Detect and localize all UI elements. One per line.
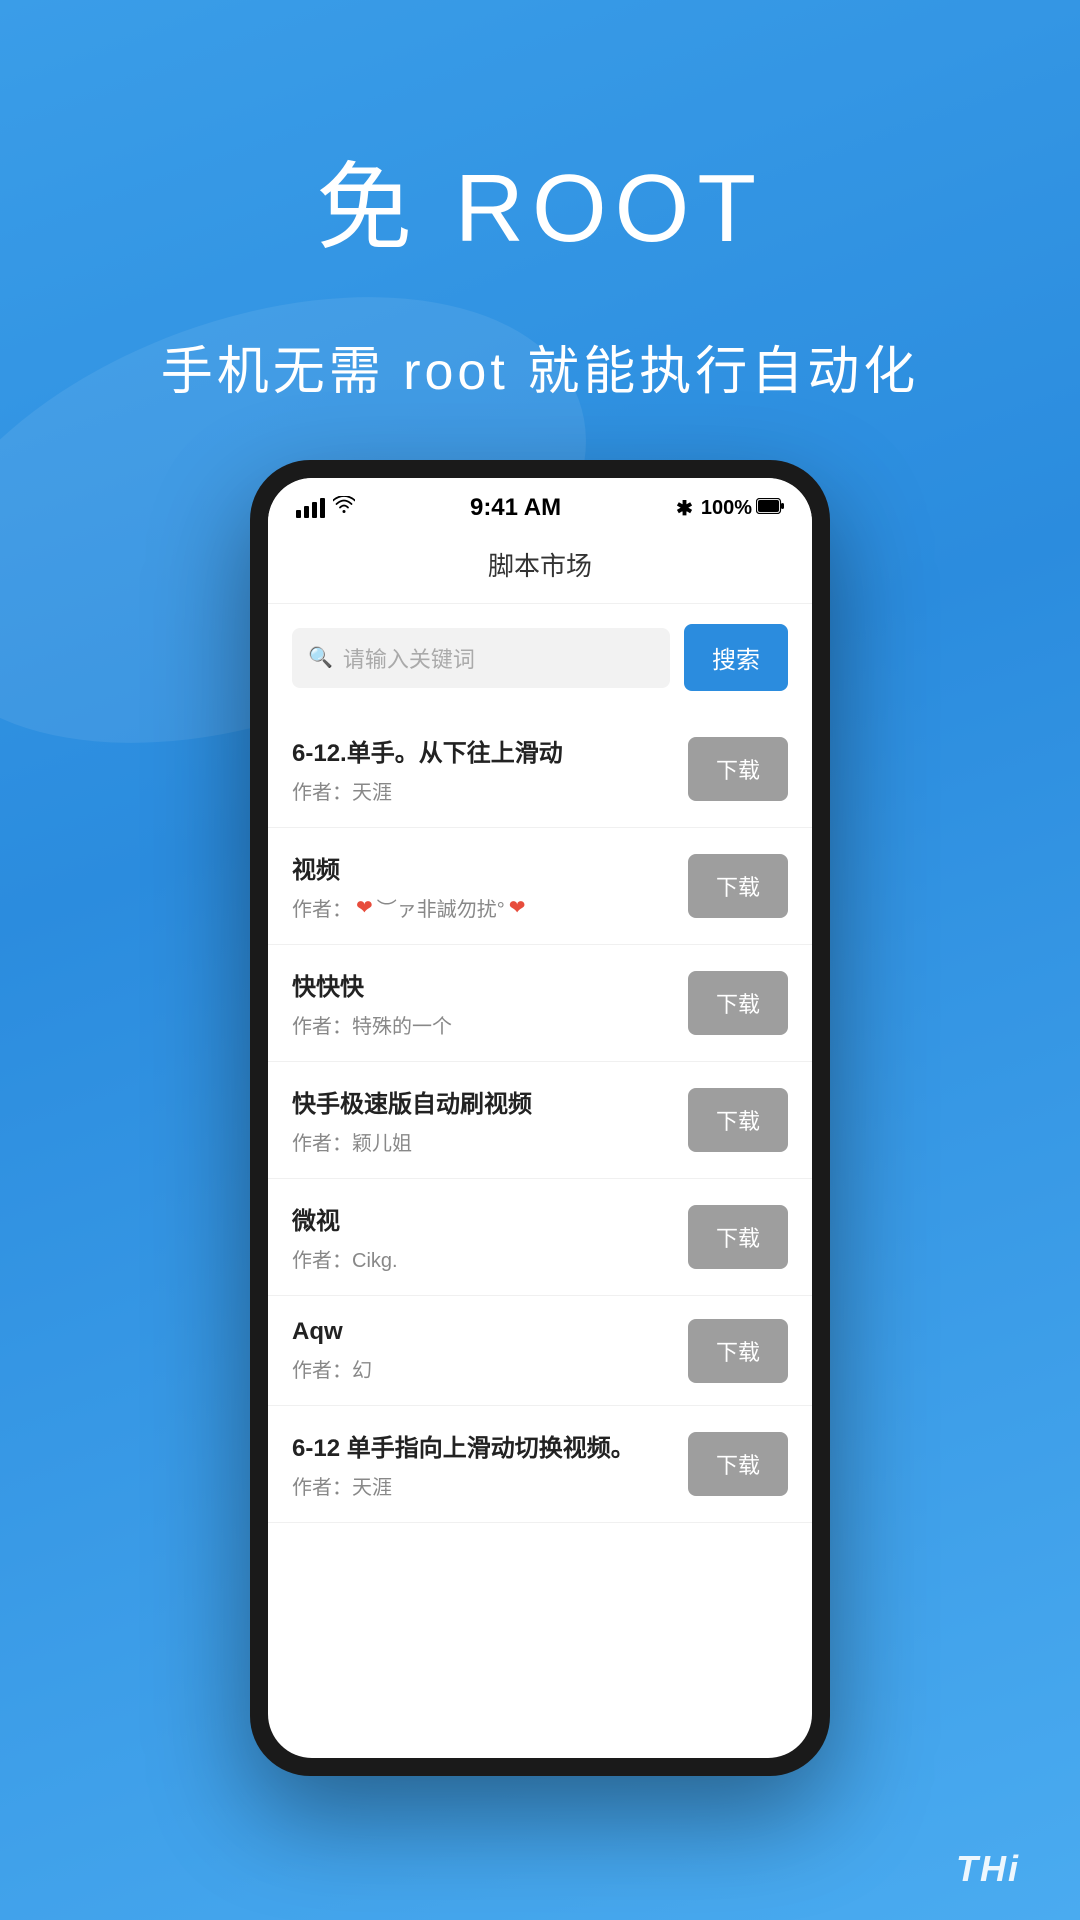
phone-screen: 9:41 AM ✱ 100%: [268, 478, 812, 1758]
download-button[interactable]: 下载: [688, 1088, 788, 1152]
script-info: 微视 作者：Cikg.: [292, 1201, 688, 1273]
wifi-icon: [333, 496, 355, 520]
heart-icon-2: ❤: [509, 895, 526, 920]
script-author: 作者：特殊的一个: [292, 1010, 688, 1039]
list-item: 微视 作者：Cikg. 下载: [268, 1179, 812, 1296]
hero-title: 免 ROOT: [0, 130, 1080, 269]
status-time: 9:41 AM: [470, 494, 561, 522]
status-left: [296, 496, 355, 520]
script-author: 作者：Cikg.: [292, 1244, 688, 1273]
script-author: 作者：天涯: [292, 776, 688, 805]
download-button[interactable]: 下载: [688, 1432, 788, 1496]
status-right: ✱ 100%: [676, 496, 784, 521]
battery-percent: 100%: [701, 497, 752, 520]
script-name: 6-12.单手。从下往上滑动: [292, 733, 688, 768]
heart-icon: ❤: [356, 895, 373, 920]
download-button[interactable]: 下载: [688, 854, 788, 918]
download-button[interactable]: 下载: [688, 1319, 788, 1383]
list-item: 6-12 单手指向上滑动切换视频。 作者：天涯 下载: [268, 1406, 812, 1523]
script-author: 作者： ❤ ︶ァ非誠勿扰° ❤: [292, 893, 688, 922]
script-author: 作者：颖儿姐: [292, 1127, 688, 1156]
bottom-label: THi: [956, 1848, 1020, 1890]
battery-container: 100%: [701, 497, 784, 520]
script-info: 6-12.单手。从下往上滑动 作者：天涯: [292, 733, 688, 805]
hero-subtitle: 手机无需 root 就能执行自动化: [0, 329, 1080, 404]
hero-section: 免 ROOT 手机无需 root 就能执行自动化: [0, 0, 1080, 404]
search-placeholder-text: 请输入关键词: [343, 642, 475, 674]
app-title: 脚本市场: [488, 551, 592, 581]
script-author: 作者：天涯: [292, 1471, 688, 1500]
search-icon: 🔍: [308, 645, 333, 670]
author-label: 作者：: [292, 893, 352, 922]
search-input-wrapper[interactable]: 🔍 请输入关键词: [292, 628, 670, 688]
script-info: 快快快 作者：特殊的一个: [292, 967, 688, 1039]
script-list: 6-12.单手。从下往上滑动 作者：天涯 下载 视频 作者： ❤ ︶ァ非誠勿扰°…: [268, 711, 812, 1523]
script-name: 快手极速版自动刷视频: [292, 1084, 688, 1119]
script-info: 6-12 单手指向上滑动切换视频。 作者：天涯: [292, 1428, 688, 1500]
script-name: 微视: [292, 1201, 688, 1236]
search-section[interactable]: 🔍 请输入关键词 搜索: [268, 604, 812, 711]
download-button[interactable]: 下载: [688, 1205, 788, 1269]
download-button[interactable]: 下载: [688, 971, 788, 1035]
script-name: 快快快: [292, 967, 688, 1002]
status-bar: 9:41 AM ✱ 100%: [268, 478, 812, 530]
script-info: 视频 作者： ❤ ︶ァ非誠勿扰° ❤: [292, 850, 688, 922]
script-info: Aqw 作者：幻: [292, 1318, 688, 1383]
signal-bars-icon: [296, 498, 325, 518]
list-item: Aqw 作者：幻 下载: [268, 1296, 812, 1406]
script-name: Aqw: [292, 1318, 688, 1346]
author-name: ︶ァ非誠勿扰°: [377, 893, 505, 922]
battery-icon: [756, 497, 784, 520]
download-button[interactable]: 下载: [688, 737, 788, 801]
phone-mockup: 9:41 AM ✱ 100%: [250, 460, 830, 1776]
search-button[interactable]: 搜索: [684, 624, 788, 691]
list-item: 快手极速版自动刷视频 作者：颖儿姐 下载: [268, 1062, 812, 1179]
bluetooth-icon: ✱: [676, 496, 693, 521]
list-item: 视频 作者： ❤ ︶ァ非誠勿扰° ❤ 下载: [268, 828, 812, 945]
phone-frame: 9:41 AM ✱ 100%: [250, 460, 830, 1776]
script-info: 快手极速版自动刷视频 作者：颖儿姐: [292, 1084, 688, 1156]
script-name: 视频: [292, 850, 688, 885]
app-header: 脚本市场: [268, 530, 812, 604]
list-item: 6-12.单手。从下往上滑动 作者：天涯 下载: [268, 711, 812, 828]
script-name: 6-12 单手指向上滑动切换视频。: [292, 1428, 688, 1463]
script-author: 作者：幻: [292, 1354, 688, 1383]
list-item: 快快快 作者：特殊的一个 下载: [268, 945, 812, 1062]
